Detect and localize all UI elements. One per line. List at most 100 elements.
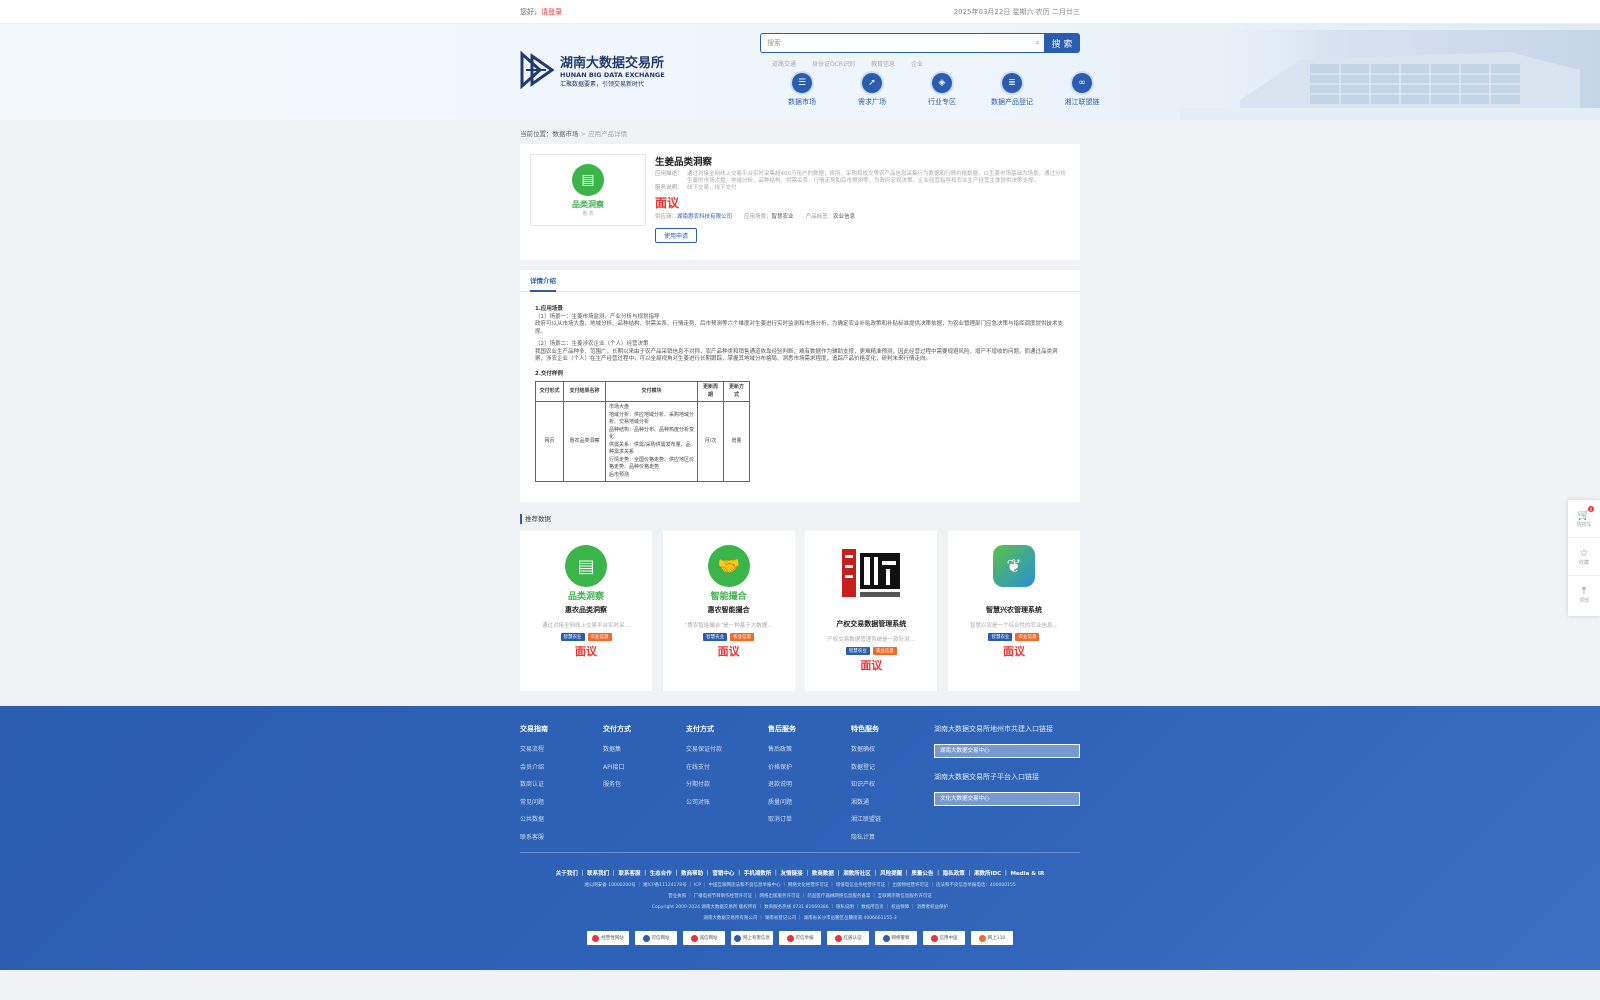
footer-col: 交付方式 数据集 API接口 服务包 [603, 724, 631, 797]
top-bar: 您好，请登录 2025年03月22日 星期六 农历 二月廿三 [0, 0, 1600, 24]
footer-link[interactable]: 常见问题 [520, 797, 548, 815]
search-input[interactable]: 搜索 ⌕ [760, 33, 1044, 53]
footer-link[interactable]: 湘江联盟链 [851, 814, 881, 832]
logo-en: HUNAN BIG DATA EXCHANGE [560, 71, 665, 79]
footer-col: 特色服务 数据确权 数据登记 知识产权 湘数通 湘江联盟链 隐私计算 [851, 724, 881, 849]
footer-license: 湘公网安备 10000200号 ｜ 湘ICP备11124178号 ｜ ICP ｜… [584, 883, 1016, 888]
back-to-top-button[interactable]: ⤒ 顶部 [1568, 576, 1600, 614]
footer-link[interactable]: 交易流程 [520, 744, 548, 762]
main-content: 当前位置：数据市场 > 应用产品详情 ▤ 品类洞察 惠 农 生姜品类洞察 应用描… [520, 120, 1080, 691]
footer-link[interactable]: 分期付款 [686, 779, 722, 797]
trust-badge[interactable]: 经营性网站 [587, 931, 629, 945]
footer-link[interactable]: API接口 [603, 762, 631, 780]
logo-cn: 湖南大数据交易所 [560, 56, 665, 71]
cube-icon: ◈ [932, 73, 952, 93]
footer-link[interactable]: 交易保证付款 [686, 744, 722, 762]
breadcrumb-market[interactable]: 数据市场 [553, 130, 579, 138]
footer-link[interactable]: 数商认证 [520, 779, 548, 797]
nav-alliance-chain[interactable]: ∞ 湘江联盟链 [1062, 73, 1102, 107]
recommend-card[interactable]: ❦ 智慧兴农管理系统 智慧兴农是一个综合性的农业信息… 智慧农业 农业信息 面议 [947, 531, 1080, 691]
trust-badge[interactable]: 诚信网站 [683, 931, 725, 945]
nav-product-register[interactable]: ≣ 数据产品登记 [991, 73, 1033, 107]
product-summary: ▤ 品类洞察 惠 农 生姜品类洞察 应用描述： 通过对接全网线上交易平台实时采集超… [520, 144, 1080, 260]
footer-link[interactable]: 价格保护 [768, 762, 796, 780]
apply-button[interactable]: 使用申请 [655, 228, 697, 243]
recommend-card[interactable]: 产权交易数据管理系统 产权交易数据管理系统是一款针对… 智慧农业 农业信息 面议 [805, 531, 938, 691]
logo-mark-icon [520, 50, 555, 90]
compass-icon: ➚ [862, 73, 882, 93]
building-banner [1180, 30, 1600, 120]
shengding-logo [842, 549, 901, 597]
footer-link[interactable]: 售后政策 [768, 744, 796, 762]
leaf-icon: ❦ [992, 545, 1035, 587]
database-icon: ☰ [792, 73, 812, 93]
hot-keyword[interactable]: 身份证OCR识别 [812, 59, 855, 68]
star-icon: ☆ [1579, 547, 1589, 559]
footer-link[interactable]: 在线支付 [686, 762, 722, 780]
footer-col: 售后服务 售后政策 价格保护 退款说明 质量问题 取消订单 [768, 724, 796, 832]
search-button[interactable]: 搜 索 [1044, 33, 1080, 53]
footer-link[interactable]: 质量问题 [768, 797, 796, 815]
footer-link[interactable]: 知识产权 [851, 779, 881, 797]
footer-link[interactable]: 数据集 [603, 744, 631, 762]
footer-link[interactable]: 联系客服 [520, 832, 548, 850]
footer-link[interactable]: 数据确权 [851, 744, 881, 762]
floating-sidebar: 🛒 0 购物车 ☆ 收藏 ⤒ 顶部 [1568, 500, 1600, 616]
cart-button[interactable]: 🛒 0 购物车 [1568, 500, 1600, 538]
footer-license: 营业执照 ｜ 广播电视节目制作经营许可证 ｜ 网络出版服务许可证 ｜ 药品医疗器… [668, 894, 932, 899]
footer-link[interactable]: 服务包 [603, 779, 631, 797]
footer-link[interactable]: 隐私计算 [851, 832, 881, 850]
main-nav: ☰ 数据市场 ➚ 需求广场 ◈ 行业专区 ≣ 数据产品登记 ∞ 湘江联盟链 [782, 73, 1102, 107]
footer-nav-links[interactable]: 关于我们 ｜ 联系我们 ｜ 联系客服 ｜ 生态合作 ｜ 数商帮助 ｜ 营销中心 … [520, 869, 1080, 877]
trust-badge[interactable]: 可信举报 [779, 931, 821, 945]
header: 湖南大数据交易所 HUNAN BIG DATA EXCHANGE 汇聚数据要素，… [0, 24, 1600, 120]
footer-link[interactable]: 取消订单 [768, 814, 796, 832]
footer-link[interactable]: 公司对账 [686, 797, 722, 815]
hot-keyword[interactable]: 教育信息 [871, 59, 895, 68]
logo[interactable]: 湖南大数据交易所 HUNAN BIG DATA EXCHANGE 汇聚数据要素，… [520, 50, 665, 90]
recommend-title: 推荐数据 [520, 514, 1080, 524]
top-icon: ⤒ [1581, 586, 1587, 597]
search-icon[interactable]: ⌕ [1036, 38, 1040, 48]
logo-slogan: 汇聚数据要素，引领交易新时代 [560, 81, 645, 88]
recommend-card[interactable]: ▤ 品类洞察 惠农品类洞察 通过对接全网线上交易平台实时采… 智慧农业 农业信息 … [520, 531, 652, 691]
hot-keywords: 道路交通 身份证OCR识别 教育信息 企业 [772, 59, 923, 68]
service-note: 线下交易，线下交付 [687, 185, 737, 191]
supplier-link[interactable]: 湖南惠农科技有限公司 [677, 214, 732, 220]
hot-keyword[interactable]: 企业 [911, 59, 923, 68]
tab-detail[interactable]: 详情介绍 [530, 270, 556, 292]
footer-link[interactable]: 湘数通 [851, 797, 881, 815]
nav-industry-zone[interactable]: ◈ 行业专区 [922, 73, 962, 107]
trust-badge[interactable]: 可信网站 [635, 931, 677, 945]
entry-links: 湖南大数据交易所地州市共建入口链接 湖南大数据交易中心 湖南大数据交易所子平台入… [934, 724, 1080, 820]
trust-badge[interactable]: 红盾认证 [827, 931, 869, 945]
trust-badge[interactable]: 网上110 [971, 931, 1013, 945]
handshake-icon: 🤝 [707, 545, 750, 587]
recommend-card[interactable]: 🤝 智能撮合 惠农智能撮合 “惠农智能撮合”是一种基于大数据… 智慧农业 农业信息… [662, 531, 795, 691]
breadcrumb: 当前位置：数据市场 > 应用产品详情 [520, 130, 628, 138]
login-link[interactable]: 请登录 [541, 8, 562, 16]
footer: 交易指南 交易流程 会员介绍 数商认证 常见问题 公共数据 联系客服 交付方式 … [0, 706, 1600, 970]
footer-link[interactable]: 数据登记 [851, 762, 881, 780]
footer-link[interactable]: 退款说明 [768, 779, 796, 797]
subplatform-entry-select[interactable]: 文化大数据交易中心 [934, 792, 1080, 806]
greeting: 您好，请登录 [520, 8, 562, 16]
product-image: ▤ 品类洞察 惠 农 [530, 154, 646, 226]
chain-icon: ∞ [1072, 73, 1092, 93]
trust-badge[interactable]: 网络警察 [875, 931, 917, 945]
favorite-button[interactable]: ☆ 收藏 [1568, 538, 1600, 576]
nav-data-market[interactable]: ☰ 数据市场 [782, 73, 822, 107]
detail-body: 1.应用场景 （1）场景一：生姜市场监测、产业分析与规划指导 政府可以从市场大盘… [520, 292, 1080, 482]
product-title: 生姜品类洞察 [655, 157, 713, 168]
stack-icon: ≣ [1002, 73, 1022, 93]
city-entry-select[interactable]: 湖南大数据交易中心 [934, 744, 1080, 758]
nav-demand-square[interactable]: ➚ 需求广场 [852, 73, 892, 107]
footer-link[interactable]: 会员介绍 [520, 762, 548, 780]
trust-badge[interactable]: 网上有害信息 [731, 931, 773, 945]
footer-address: 湖南大数据交易所有限公司 ｜ 湖南省登记公司 ｜ 湖南省长沙市岳麓区岳麓街道 4… [703, 916, 897, 921]
trust-badge[interactable]: 信用中国 [923, 931, 965, 945]
footer-link[interactable]: 公共数据 [520, 814, 548, 832]
hot-keyword[interactable]: 道路交通 [772, 59, 796, 68]
product-description: 通过对接全网线上交易平台实时采集超400万用户的数据，将所，采购和成交等农产品信… [687, 171, 1067, 184]
table-row: 网页 惠农品类洞察 市场大盘 地域分析：供应地域分析、采购地域分析、交易地域分析… [535, 401, 750, 482]
